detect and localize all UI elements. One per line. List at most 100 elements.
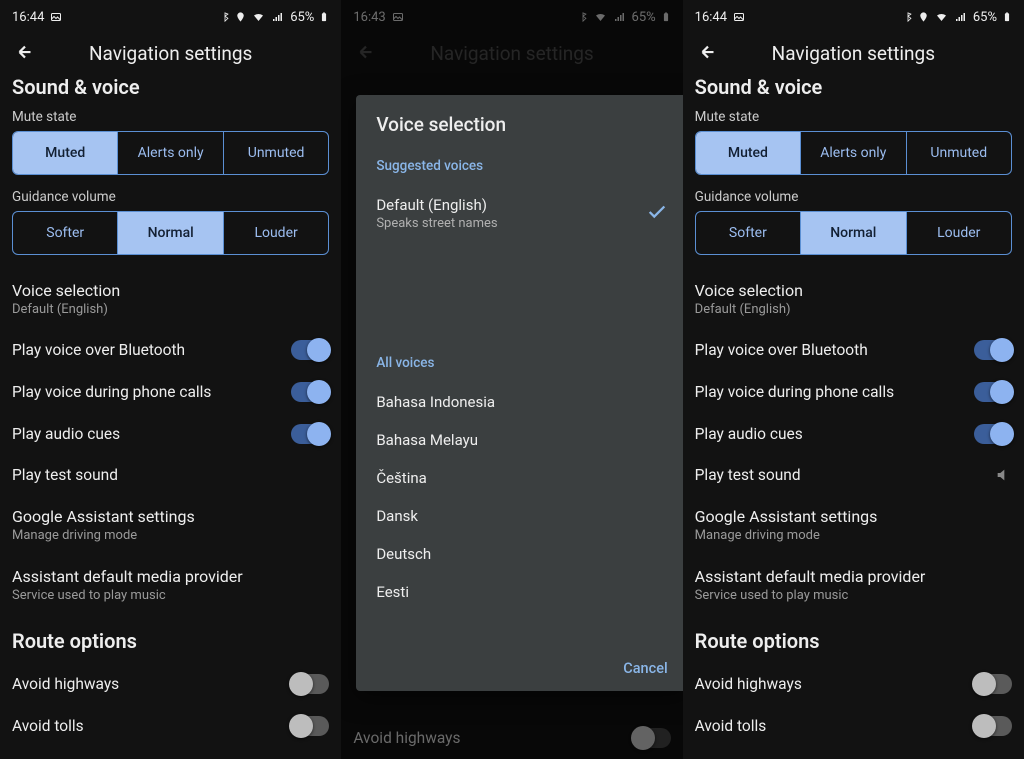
volume-segment: Softer Normal Louder (695, 211, 1012, 255)
mute-opt-unmuted[interactable]: Unmuted (224, 132, 328, 174)
voice-selection-value: Default (English) (12, 302, 329, 317)
screenshot-right: 16:44 65% Navigation settings Sound & vo… (683, 0, 1024, 759)
mute-opt-muted[interactable]: Muted (696, 132, 801, 174)
test-sound-row[interactable]: Play test sound (695, 455, 1012, 495)
dialog-cancel-button[interactable]: Cancel (623, 660, 667, 677)
location-icon (918, 10, 929, 24)
check-icon (646, 201, 668, 227)
avoid-tolls-toggle[interactable] (974, 716, 1012, 736)
voice-opt-lang[interactable]: Čeština (376, 459, 667, 497)
vol-opt-softer[interactable]: Softer (696, 212, 801, 254)
avoid-tolls-toggle[interactable] (291, 716, 329, 736)
play-calls-label: Play voice during phone calls (12, 383, 211, 401)
volume-segment: Softer Normal Louder (12, 211, 329, 255)
play-bt-label: Play voice over Bluetooth (695, 341, 868, 359)
voice-opt-lang[interactable]: Deutsch (376, 535, 667, 573)
wifi-icon (934, 11, 949, 23)
vol-opt-normal[interactable]: Normal (801, 212, 906, 254)
vol-opt-softer[interactable]: Softer (13, 212, 118, 254)
voice-selection-dialog: Voice selection Suggested voices Default… (356, 95, 682, 691)
vol-opt-normal[interactable]: Normal (118, 212, 223, 254)
status-bar: 16:44 65% (0, 0, 341, 29)
play-calls-toggle[interactable] (291, 382, 329, 402)
media-sub: Service used to play music (12, 588, 329, 603)
ga-settings-item[interactable]: Google Assistant settings Manage driving… (12, 495, 329, 555)
avoid-tolls-label: Avoid tolls (12, 717, 84, 735)
mute-opt-unmuted[interactable]: Unmuted (907, 132, 1011, 174)
avoid-tolls-row[interactable]: Avoid tolls (12, 705, 329, 736)
ga-sub: Manage driving mode (12, 528, 329, 543)
avoid-hw-row-bg: Avoid highways (353, 717, 670, 759)
screenshot-left: 16:44 65% Navigation settings Sound & vo… (0, 0, 341, 759)
bluetooth-icon (903, 10, 913, 24)
dialog-group-suggested: Suggested voices (376, 158, 667, 174)
play-cues-toggle[interactable] (974, 424, 1012, 444)
media-provider-item[interactable]: Assistant default media provider Service… (695, 555, 1012, 615)
mute-opt-alerts[interactable]: Alerts only (801, 132, 906, 174)
signal-icon (954, 11, 968, 23)
ga-settings-item[interactable]: Google Assistant settings Manage driving… (695, 495, 1012, 555)
battery-icon (1002, 10, 1012, 24)
volume-label: Guidance volume (12, 189, 329, 205)
volume-label: Guidance volume (695, 189, 1012, 205)
wifi-icon (251, 11, 266, 23)
voice-selection-title: Voice selection (12, 281, 329, 300)
play-calls-toggle[interactable] (974, 382, 1012, 402)
status-bar: 16:44 65% (683, 0, 1024, 29)
app-bar: Navigation settings (0, 29, 341, 77)
voice-opt-lang[interactable]: Dansk (376, 497, 667, 535)
voice-selection-item[interactable]: Voice selection Default (English) (695, 269, 1012, 329)
location-icon (235, 10, 246, 24)
avoid-hw-toggle[interactable] (291, 674, 329, 694)
ga-title: Google Assistant settings (12, 507, 329, 526)
avoid-hw-row[interactable]: Avoid highways (12, 663, 329, 705)
voice-selection-value: Default (English) (695, 302, 1012, 317)
bluetooth-icon (220, 10, 230, 24)
section-route: Route options (695, 629, 1012, 653)
play-calls-row[interactable]: Play voice during phone calls (12, 371, 329, 413)
vol-opt-louder[interactable]: Louder (907, 212, 1011, 254)
mute-segment: Muted Alerts only Unmuted (695, 131, 1012, 175)
avoid-hw-row[interactable]: Avoid highways (695, 663, 1012, 705)
test-sound-row[interactable]: Play test sound (12, 455, 329, 495)
play-bt-toggle[interactable] (291, 340, 329, 360)
voice-selection-item[interactable]: Voice selection Default (English) (12, 269, 329, 329)
play-bt-row[interactable]: Play voice over Bluetooth (12, 329, 329, 371)
play-calls-row[interactable]: Play voice during phone calls (695, 371, 1012, 413)
avoid-tolls-row[interactable]: Avoid tolls (695, 705, 1012, 736)
play-cues-row[interactable]: Play audio cues (12, 413, 329, 455)
avoid-hw-label: Avoid highways (695, 675, 802, 693)
play-bt-row[interactable]: Play voice over Bluetooth (695, 329, 1012, 371)
settings-content: Sound & voice Mute state Muted Alerts on… (0, 75, 341, 736)
signal-icon (271, 11, 285, 23)
dialog-title: Voice selection (376, 113, 667, 136)
settings-content: Sound & voice Mute state Muted Alerts on… (683, 75, 1024, 736)
status-time: 16:44 (12, 10, 44, 25)
play-bt-toggle[interactable] (974, 340, 1012, 360)
media-title: Assistant default media provider (12, 567, 329, 586)
section-route: Route options (12, 629, 329, 653)
test-sound-label: Play test sound (695, 466, 801, 484)
avoid-tolls-label: Avoid tolls (695, 717, 767, 735)
media-title: Assistant default media provider (695, 567, 1012, 586)
voice-opt-lang[interactable]: Bahasa Melayu (376, 421, 667, 459)
avoid-hw-toggle[interactable] (974, 674, 1012, 694)
voice-opt-lang[interactable]: Bahasa Indonesia (376, 383, 667, 421)
picture-icon (733, 11, 745, 23)
voice-opt-lang[interactable]: Eesti (376, 573, 667, 611)
play-cues-label: Play audio cues (12, 425, 120, 443)
section-sound: Sound & voice (12, 75, 329, 99)
vol-opt-louder[interactable]: Louder (224, 212, 328, 254)
mute-opt-alerts[interactable]: Alerts only (118, 132, 223, 174)
avoid-hw-toggle (633, 728, 671, 748)
play-cues-row[interactable]: Play audio cues (695, 413, 1012, 455)
voice-opt-default-sub: Speaks street names (376, 216, 497, 231)
status-time: 16:44 (695, 10, 727, 25)
screenshot-middle: 16:43 65% Navigation settings Avoid high… (341, 0, 682, 759)
voice-opt-default-label: Default (English) (376, 196, 497, 214)
media-provider-item[interactable]: Assistant default media provider Service… (12, 555, 329, 615)
mute-opt-muted[interactable]: Muted (13, 132, 118, 174)
voice-opt-default[interactable]: Default (English) Speaks street names (376, 186, 667, 241)
play-cues-toggle[interactable] (291, 424, 329, 444)
dialog-group-all: All voices (376, 355, 667, 371)
